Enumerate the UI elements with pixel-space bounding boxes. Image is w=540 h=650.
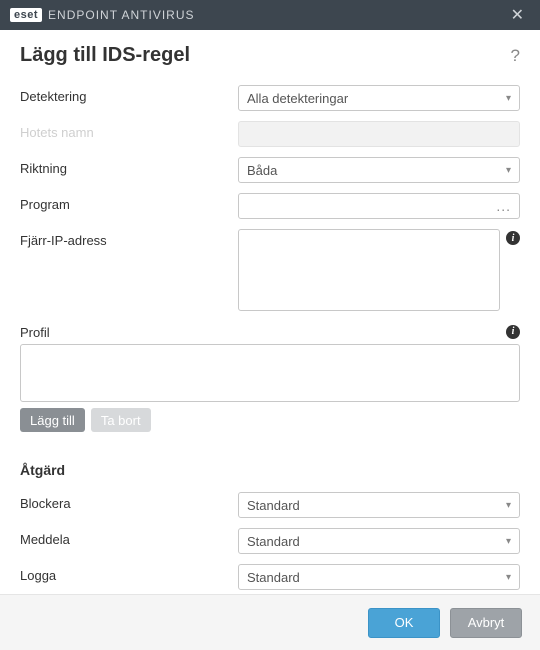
info-icon[interactable]: i — [506, 325, 520, 339]
detection-value: Alla detekteringar — [247, 91, 348, 106]
chevron-down-icon: ▾ — [506, 165, 511, 176]
chevron-down-icon: ▾ — [506, 536, 511, 547]
chevron-down-icon: ▾ — [506, 572, 511, 583]
program-label: Program — [20, 193, 238, 212]
remote-ip-label: Fjärr-IP-adress — [20, 229, 238, 248]
log-label: Logga — [20, 564, 238, 583]
chevron-down-icon: ▾ — [506, 500, 511, 511]
footer: OK Avbryt — [0, 594, 540, 650]
cancel-button[interactable]: Avbryt — [450, 608, 522, 638]
remote-ip-textarea[interactable] — [238, 229, 500, 311]
block-value: Standard — [247, 498, 300, 513]
direction-label: Riktning — [20, 157, 238, 176]
detection-label: Detektering — [20, 85, 238, 104]
profile-listbox[interactable] — [20, 344, 520, 402]
block-label: Blockera — [20, 492, 238, 511]
action-section-title: Åtgärd — [20, 462, 520, 478]
remove-profile-button: Ta bort — [91, 408, 151, 432]
block-select[interactable]: Standard ▾ — [238, 492, 520, 518]
browse-ellipsis-icon[interactable]: ... — [496, 198, 511, 214]
detection-select[interactable]: Alla detekteringar ▾ — [238, 85, 520, 111]
info-icon[interactable]: i — [506, 231, 520, 245]
add-profile-button[interactable]: Lägg till — [20, 408, 85, 432]
notify-label: Meddela — [20, 528, 238, 547]
program-input[interactable]: ... — [238, 193, 520, 219]
notify-select[interactable]: Standard ▾ — [238, 528, 520, 554]
log-value: Standard — [247, 570, 300, 585]
close-icon[interactable]: ✕ — [505, 5, 530, 25]
titlebar: eset ENDPOINT ANTIVIRUS ✕ — [0, 0, 540, 30]
brand-text: ENDPOINT ANTIVIRUS — [48, 8, 194, 22]
log-select[interactable]: Standard ▾ — [238, 564, 520, 590]
chevron-down-icon: ▾ — [506, 93, 511, 104]
brand-badge: eset — [10, 8, 42, 22]
ok-button[interactable]: OK — [368, 608, 440, 638]
direction-value: Båda — [247, 163, 277, 178]
page-title: Lägg till IDS-regel — [20, 44, 190, 67]
direction-select[interactable]: Båda ▾ — [238, 157, 520, 183]
threat-name-field — [238, 121, 520, 147]
profile-label: Profil — [20, 321, 50, 340]
help-icon[interactable]: ? — [511, 46, 520, 66]
notify-value: Standard — [247, 534, 300, 549]
threat-name-label: Hotets namn — [20, 121, 238, 140]
